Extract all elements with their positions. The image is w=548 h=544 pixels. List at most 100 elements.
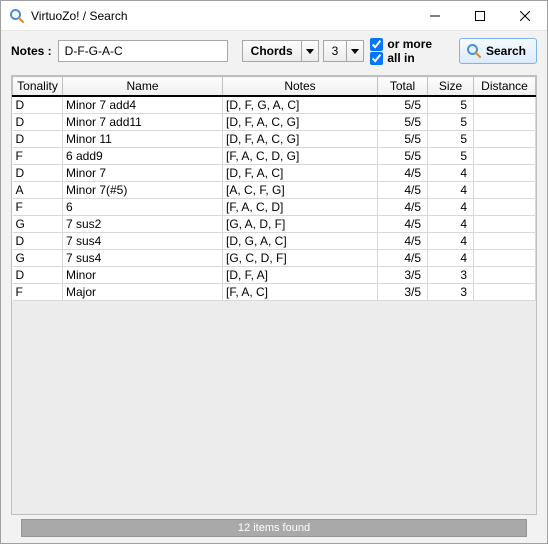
cell-size: 5 xyxy=(428,96,474,114)
cell-notes: [D, F, A, C] xyxy=(223,165,378,182)
search-button[interactable]: Search xyxy=(459,38,537,64)
cell-size: 3 xyxy=(428,284,474,301)
cell-size: 3 xyxy=(428,267,474,284)
cell-tonality: D xyxy=(13,165,63,182)
or-more-checkbox[interactable]: or more xyxy=(370,37,432,51)
cell-total: 5/5 xyxy=(378,148,428,165)
col-name[interactable]: Name xyxy=(63,77,223,97)
table-row[interactable]: AMinor 7(#5)[A, C, F, G]4/54 xyxy=(13,182,536,199)
table-row[interactable]: G7 sus2[G, A, D, F]4/54 xyxy=(13,216,536,233)
cell-tonality: G xyxy=(13,216,63,233)
cell-size: 4 xyxy=(428,250,474,267)
cell-name: 7 sus2 xyxy=(63,216,223,233)
toolbar: Notes : Chords 3 or more all in Search xyxy=(1,31,547,71)
notes-input[interactable] xyxy=(58,40,228,62)
cell-notes: [D, F, A] xyxy=(223,267,378,284)
cell-distance xyxy=(474,114,536,131)
cell-notes: [F, A, C, D, G] xyxy=(223,148,378,165)
notes-label: Notes : xyxy=(11,44,52,58)
cell-total: 4/5 xyxy=(378,233,428,250)
window-title: VirtuoZo! / Search xyxy=(31,9,412,23)
cell-total: 3/5 xyxy=(378,267,428,284)
cell-total: 4/5 xyxy=(378,182,428,199)
col-size[interactable]: Size xyxy=(428,77,474,97)
cell-total: 4/5 xyxy=(378,165,428,182)
cell-distance xyxy=(474,284,536,301)
cell-total: 3/5 xyxy=(378,284,428,301)
cell-size: 4 xyxy=(428,182,474,199)
cell-distance xyxy=(474,216,536,233)
cell-tonality: D xyxy=(13,114,63,131)
table-row[interactable]: DMinor 7[D, F, A, C]4/54 xyxy=(13,165,536,182)
cell-notes: [D, F, A, C, G] xyxy=(223,114,378,131)
cell-name: Minor 11 xyxy=(63,131,223,148)
cell-tonality: D xyxy=(13,96,63,114)
cell-size: 4 xyxy=(428,216,474,233)
cell-size: 5 xyxy=(428,131,474,148)
cell-distance xyxy=(474,233,536,250)
results-grid[interactable]: Tonality Name Notes Total Size Distance … xyxy=(11,75,537,515)
table-row[interactable]: FMajor[F, A, C]3/53 xyxy=(13,284,536,301)
cell-distance xyxy=(474,182,536,199)
table-row[interactable]: DMinor 7 add11[D, F, A, C, G]5/55 xyxy=(13,114,536,131)
count-combo[interactable]: 3 xyxy=(323,40,365,62)
col-distance[interactable]: Distance xyxy=(474,77,536,97)
cell-tonality: G xyxy=(13,250,63,267)
col-tonality[interactable]: Tonality xyxy=(13,77,63,97)
table-row[interactable]: D7 sus4[D, G, A, C]4/54 xyxy=(13,233,536,250)
cell-name: Minor 7(#5) xyxy=(63,182,223,199)
col-notes[interactable]: Notes xyxy=(223,77,378,97)
cell-notes: [D, F, G, A, C] xyxy=(223,96,378,114)
cell-tonality: F xyxy=(13,199,63,216)
cell-notes: [G, C, D, F] xyxy=(223,250,378,267)
minimize-button[interactable] xyxy=(412,1,457,30)
cell-notes: [G, A, D, F] xyxy=(223,216,378,233)
cell-distance xyxy=(474,250,536,267)
all-in-check-input[interactable] xyxy=(370,52,383,65)
cell-tonality: A xyxy=(13,182,63,199)
cell-name: 6 add9 xyxy=(63,148,223,165)
search-button-label: Search xyxy=(486,44,526,58)
cell-notes: [D, G, A, C] xyxy=(223,233,378,250)
cell-tonality: D xyxy=(13,131,63,148)
cell-name: Minor xyxy=(63,267,223,284)
cell-total: 5/5 xyxy=(378,96,428,114)
table-row[interactable]: DMinor 7 add4[D, F, G, A, C]5/55 xyxy=(13,96,536,114)
count-combo-label: 3 xyxy=(323,40,347,62)
type-combo[interactable]: Chords xyxy=(242,40,319,62)
chevron-down-icon[interactable] xyxy=(301,40,319,62)
cell-name: Major xyxy=(63,284,223,301)
cell-total: 4/5 xyxy=(378,250,428,267)
close-button[interactable] xyxy=(502,1,547,30)
titlebar: VirtuoZo! / Search xyxy=(1,1,547,31)
cell-tonality: F xyxy=(13,148,63,165)
maximize-button[interactable] xyxy=(457,1,502,30)
cell-notes: [F, A, C, D] xyxy=(223,199,378,216)
cell-total: 4/5 xyxy=(378,199,428,216)
app-icon xyxy=(9,8,25,24)
or-more-check-input[interactable] xyxy=(370,38,383,51)
cell-tonality: D xyxy=(13,233,63,250)
type-combo-label: Chords xyxy=(242,40,301,62)
cell-total: 4/5 xyxy=(378,216,428,233)
all-in-checkbox[interactable]: all in xyxy=(370,51,432,65)
cell-name: 6 xyxy=(63,199,223,216)
table-row[interactable]: DMinor 11[D, F, A, C, G]5/55 xyxy=(13,131,536,148)
cell-name: 7 sus4 xyxy=(63,250,223,267)
cell-distance xyxy=(474,148,536,165)
table-row[interactable]: DMinor[D, F, A]3/53 xyxy=(13,267,536,284)
cell-distance xyxy=(474,165,536,182)
cell-name: Minor 7 add4 xyxy=(63,96,223,114)
table-row[interactable]: G7 sus4[G, C, D, F]4/54 xyxy=(13,250,536,267)
table-row[interactable]: F6 add9[F, A, C, D, G]5/55 xyxy=(13,148,536,165)
cell-size: 4 xyxy=(428,233,474,250)
cell-distance xyxy=(474,96,536,114)
search-icon xyxy=(466,43,482,59)
col-total[interactable]: Total xyxy=(378,77,428,97)
cell-size: 5 xyxy=(428,148,474,165)
cell-distance xyxy=(474,267,536,284)
cell-size: 4 xyxy=(428,165,474,182)
chevron-down-icon[interactable] xyxy=(346,40,364,62)
cell-total: 5/5 xyxy=(378,131,428,148)
table-row[interactable]: F6[F, A, C, D]4/54 xyxy=(13,199,536,216)
